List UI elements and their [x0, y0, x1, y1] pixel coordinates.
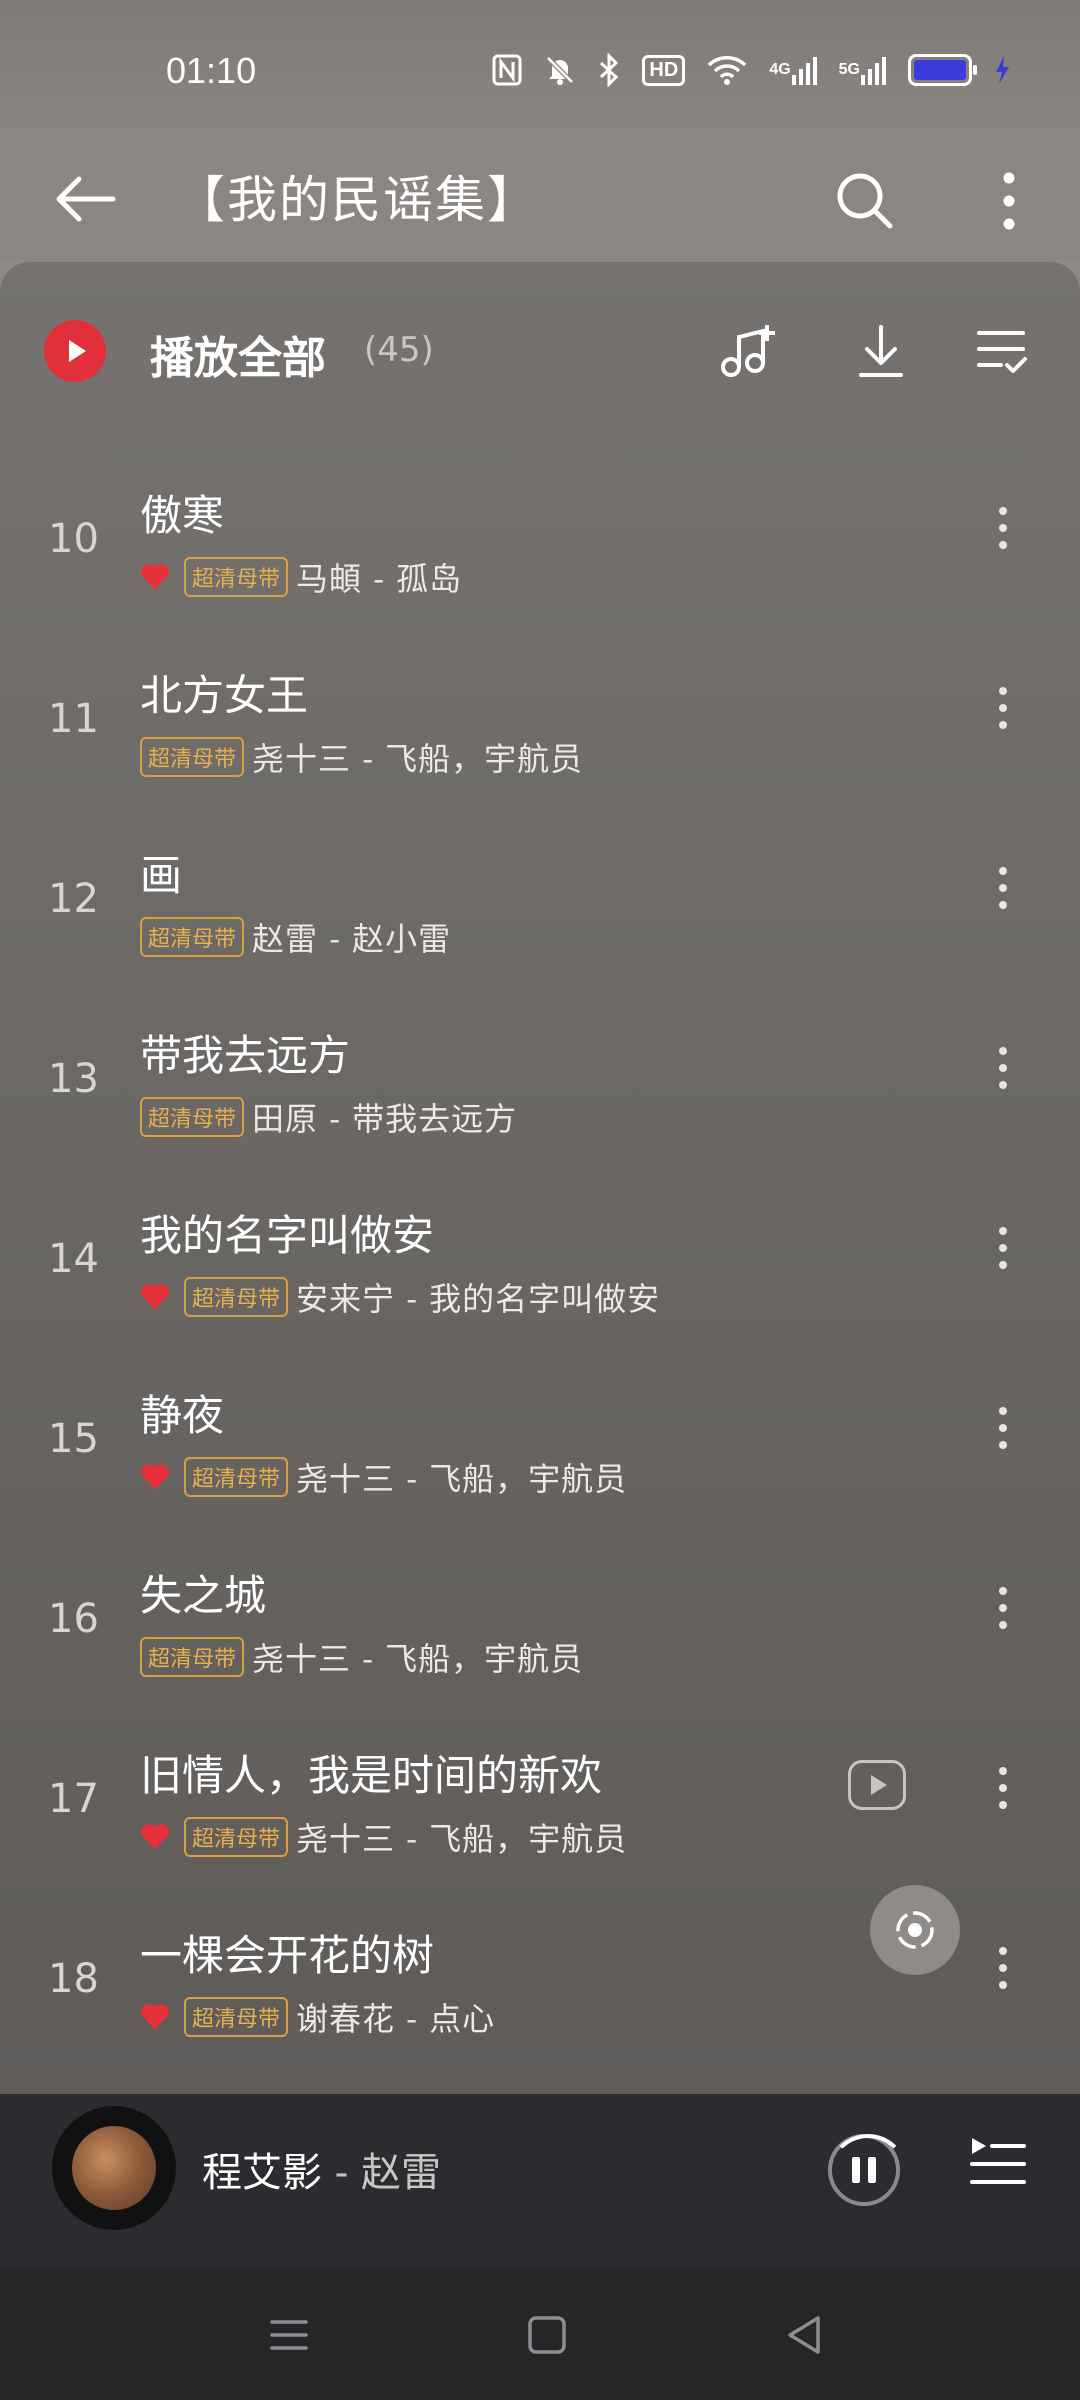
search-icon[interactable]	[830, 166, 900, 236]
song-number: 12	[48, 876, 99, 922]
play-all-label[interactable]: 播放全部	[150, 322, 326, 386]
page-title: 【我的民谣集】	[175, 171, 539, 229]
play-all-row[interactable]: 播放全部 (45)	[0, 262, 1080, 437]
back-arrow-icon[interactable]	[50, 164, 120, 234]
play-all-icon[interactable]	[44, 320, 106, 382]
song-more-icon[interactable]	[978, 1758, 1028, 1818]
home-icon[interactable]	[522, 2310, 572, 2360]
quality-badge: 超清母带	[184, 1457, 289, 1497]
signal-4g-icon: 4G	[769, 55, 817, 85]
add-music-icon[interactable]	[712, 316, 782, 386]
song-title: 带我去远方	[140, 1031, 351, 1080]
top-app-bar: 【我的民谣集】	[0, 140, 1080, 260]
song-artist-album: 田原 - 带我去远方	[252, 1100, 518, 1138]
song-number: 17	[48, 1776, 99, 1822]
song-artist-album: 尧十三 - 飞船，宇航员	[296, 1460, 628, 1498]
song-artist-album: 谢春花 - 点心	[296, 2000, 496, 2038]
now-playing-bar[interactable]: 程艾影 - 赵雷	[0, 2094, 1080, 2268]
song-number: 11	[48, 696, 99, 742]
pause-icon[interactable]	[828, 2134, 908, 2206]
song-number: 15	[48, 1416, 99, 1462]
song-row[interactable]: 17 旧情人，我是时间的新欢 超清母带 尧十三 - 飞船，宇航员	[0, 1700, 1080, 1880]
song-title: 我的名字叫做安	[140, 1211, 435, 1260]
song-artist-album: 赵雷 - 赵小雷	[252, 920, 452, 958]
song-row[interactable]: 10 傲寒 超清母带 马頔 - 孤岛	[0, 440, 1080, 620]
back-triangle-icon[interactable]	[780, 2310, 830, 2360]
mv-play-icon[interactable]	[848, 1760, 906, 1810]
playlist-panel: 播放全部 (45) 10 傲寒 超清母带 马頔 - 孤岛 11 北方女王 超清母…	[0, 262, 1080, 2094]
system-nav-bar	[0, 2268, 1080, 2400]
quality-badge: 超清母带	[184, 1817, 289, 1857]
recent-apps-icon[interactable]	[264, 2310, 314, 2360]
song-row[interactable]: 16 失之城 超清母带 尧十三 - 飞船，宇航员	[0, 1520, 1080, 1700]
now-playing-title: 程艾影	[202, 2150, 322, 2196]
song-number: 10	[48, 516, 99, 562]
status-icons: HD 4G 5G	[492, 48, 1010, 92]
song-more-icon[interactable]	[978, 678, 1028, 738]
quality-badge: 超清母带	[140, 737, 245, 777]
song-artist-album: 尧十三 - 飞船，宇航员	[296, 1820, 628, 1858]
song-more-icon[interactable]	[978, 1038, 1028, 1098]
song-number: 18	[48, 1956, 99, 2002]
quality-badge: 超清母带	[140, 1637, 245, 1677]
song-title: 画	[140, 851, 183, 900]
song-row[interactable]: 15 静夜 超清母带 尧十三 - 飞船，宇航员	[0, 1340, 1080, 1520]
liked-heart-icon[interactable]	[140, 562, 170, 592]
liked-heart-icon[interactable]	[140, 1462, 170, 1492]
song-row[interactable]: 13 带我去远方 超清母带 田原 - 带我去远方	[0, 980, 1080, 1160]
song-row[interactable]: 14 我的名字叫做安 超清母带 安来宁 - 我的名字叫做安	[0, 1160, 1080, 1340]
signal-5g-icon: 5G	[839, 55, 886, 85]
song-count: (45)	[364, 330, 434, 370]
song-number: 16	[48, 1596, 99, 1642]
status-time: 01:10	[166, 50, 257, 91]
song-title: 静夜	[140, 1391, 225, 1440]
song-more-icon[interactable]	[978, 1398, 1028, 1458]
more-vertical-icon[interactable]	[974, 166, 1044, 236]
hd-voice-icon: HD	[642, 54, 686, 86]
quality-badge: 超清母带	[184, 1997, 289, 2037]
song-more-icon[interactable]	[978, 1938, 1028, 1998]
now-playing-artist: - 赵雷	[322, 2150, 441, 2196]
song-title: 一棵会开花的树	[140, 1931, 435, 1980]
locate-current-song-icon[interactable]	[870, 1885, 960, 1975]
song-number: 14	[48, 1236, 99, 1282]
nfc-icon	[492, 54, 522, 86]
song-artist-album: 尧十三 - 飞船，宇航员	[252, 740, 584, 778]
quality-badge: 超清母带	[140, 1097, 245, 1137]
song-more-icon[interactable]	[978, 498, 1028, 558]
list-check-icon[interactable]	[966, 316, 1036, 386]
song-artist-album: 安来宁 - 我的名字叫做安	[296, 1280, 661, 1318]
liked-heart-icon[interactable]	[140, 1282, 170, 1312]
song-more-icon[interactable]	[978, 858, 1028, 918]
song-more-icon[interactable]	[978, 1578, 1028, 1638]
quality-badge: 超清母带	[140, 917, 245, 957]
charging-icon	[994, 55, 1010, 85]
bluetooth-icon	[598, 53, 620, 87]
play-queue-icon[interactable]	[968, 2134, 1028, 2194]
album-art-disc[interactable]	[52, 2106, 176, 2230]
song-row[interactable]: 12 画 超清母带 赵雷 - 赵小雷	[0, 800, 1080, 980]
song-number: 13	[48, 1056, 99, 1102]
now-playing-info[interactable]: 程艾影 - 赵雷	[202, 2140, 441, 2198]
song-title: 旧情人，我是时间的新欢	[140, 1751, 603, 1800]
liked-heart-icon[interactable]	[140, 1822, 170, 1852]
download-icon[interactable]	[846, 316, 916, 386]
song-row[interactable]: 11 北方女王 超清母带 尧十三 - 飞船，宇航员	[0, 620, 1080, 800]
quality-badge: 超清母带	[184, 1277, 289, 1317]
mute-bell-icon	[544, 54, 576, 86]
wifi-icon	[707, 54, 747, 86]
song-more-icon[interactable]	[978, 1218, 1028, 1278]
battery-icon	[908, 54, 977, 86]
song-title: 傲寒	[140, 491, 225, 540]
liked-heart-icon[interactable]	[140, 2002, 170, 2032]
status-bar: 01:10 HD 4G 5G	[0, 0, 1080, 140]
song-title: 失之城	[140, 1571, 267, 1620]
quality-badge: 超清母带	[184, 557, 289, 597]
song-artist-album: 尧十三 - 飞船，宇航员	[252, 1640, 584, 1678]
song-artist-album: 马頔 - 孤岛	[296, 560, 463, 598]
song-title: 北方女王	[140, 671, 309, 720]
